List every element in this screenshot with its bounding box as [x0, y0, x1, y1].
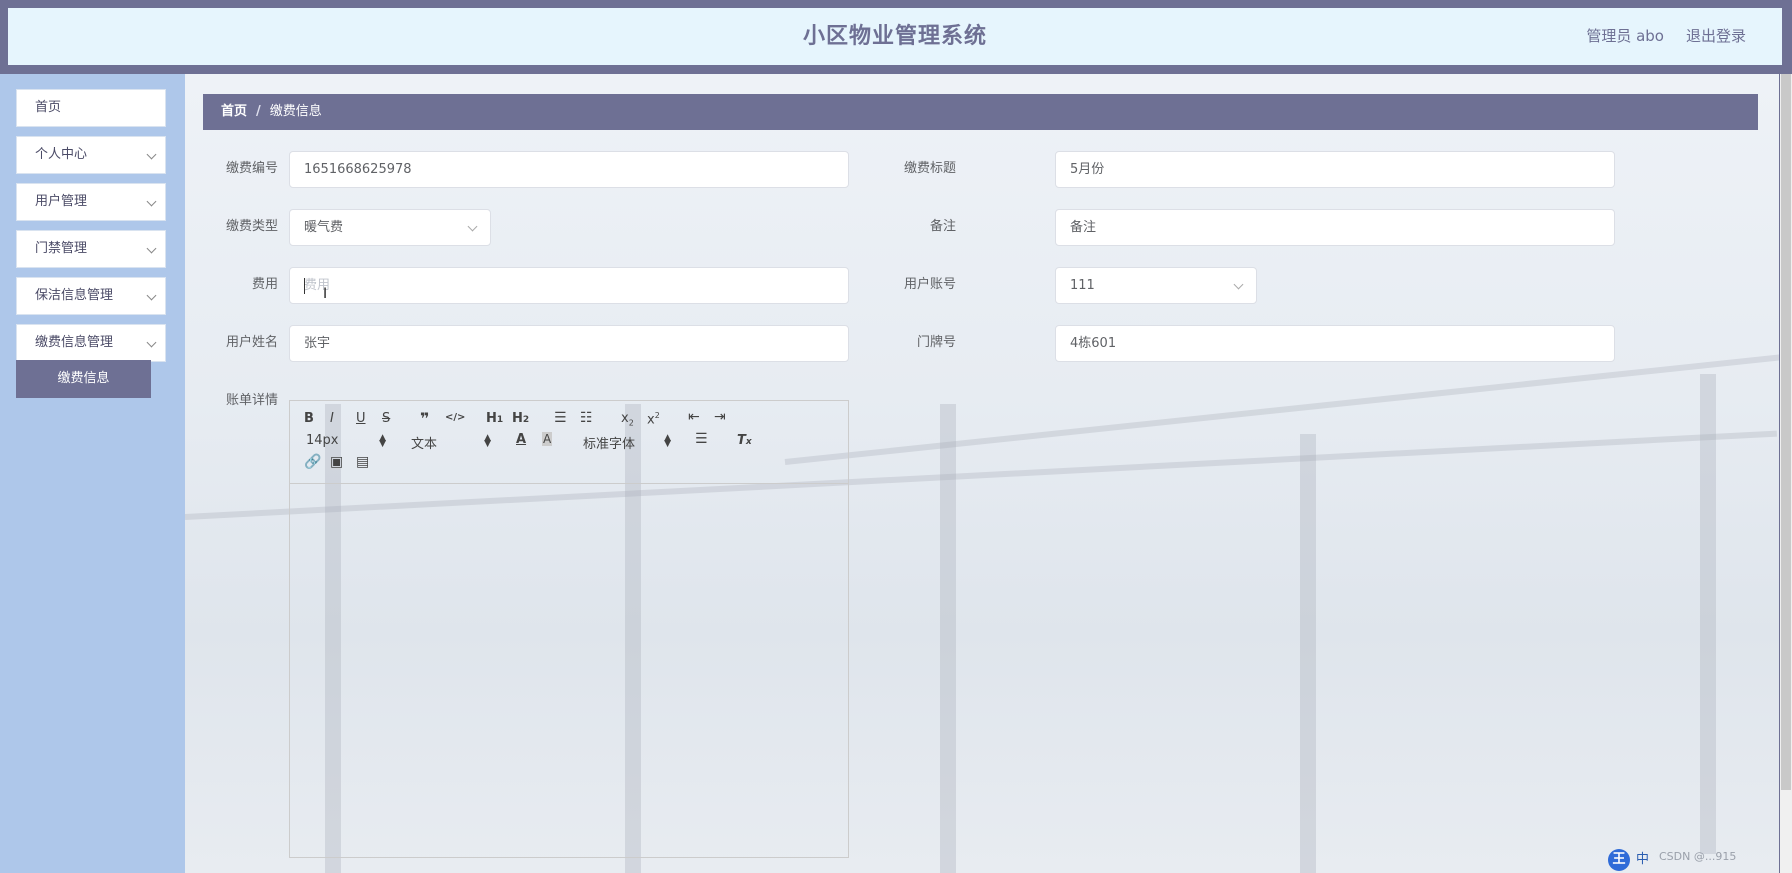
- font-size-select[interactable]: 14px ▲ ▼: [306, 433, 386, 449]
- sidebar-item-label: 个人中心: [35, 147, 88, 162]
- indent-icon[interactable]: ⇥: [714, 409, 726, 425]
- fee-label: 费用: [251, 277, 278, 292]
- background-post: [1300, 434, 1316, 873]
- chevron-down-icon: [467, 221, 478, 232]
- ordered-list-icon[interactable]: ☰: [554, 410, 567, 426]
- font-color-icon[interactable]: A: [516, 432, 526, 447]
- sidebar-item-cleaning-management[interactable]: 保洁信息管理: [16, 277, 166, 315]
- sidebar-item-home[interactable]: 首页: [16, 89, 166, 127]
- ime-language[interactable]: 中: [1636, 852, 1649, 867]
- background-color-icon[interactable]: A: [542, 432, 553, 446]
- door-no-label: 门牌号: [916, 335, 956, 350]
- user-account-label: 用户账号: [903, 277, 956, 292]
- chevron-down-icon: [146, 290, 157, 301]
- chevron-down-icon: [146, 243, 157, 254]
- block-format-value: 文本: [411, 437, 438, 452]
- sidebar-item-user-management[interactable]: 用户管理: [16, 183, 166, 221]
- scrollbar-thumb[interactable]: [1781, 74, 1791, 790]
- logout-button[interactable]: 退出登录: [1686, 8, 1746, 65]
- strike-icon[interactable]: S: [382, 411, 390, 426]
- editor-toolbar: B I U S ❞ </> H1 H2 ☰ ☷ x2 x2 ⇤ ⇥ 14px ▲…: [290, 401, 848, 484]
- payment-no-input[interactable]: 1651668625978: [289, 151, 849, 188]
- system-tray: 王中: [1608, 848, 1649, 871]
- user-name-input[interactable]: 张宇: [289, 325, 849, 362]
- underline-icon[interactable]: U: [356, 411, 366, 426]
- ibeam-cursor-icon: I: [323, 286, 328, 302]
- sidebar-item-label: 用户管理: [35, 194, 88, 209]
- breadcrumb-current: 缴费信息: [269, 104, 322, 119]
- current-user: 管理员 abo: [1586, 27, 1664, 45]
- up-down-icon: ▲ ▼: [379, 433, 386, 449]
- main-content: 首页 / 缴费信息 缴费编号 1651668625978 缴费标题 5月份 缴费类型…: [185, 74, 1779, 873]
- up-down-icon: ▲ ▼: [484, 433, 491, 449]
- breadcrumb-home[interactable]: 首页: [221, 104, 247, 119]
- breadcrumb-separator: /: [256, 104, 261, 119]
- sidebar-item-access-control[interactable]: 门禁管理: [16, 230, 166, 268]
- align-left-icon[interactable]: ☰: [695, 431, 708, 447]
- video-icon[interactable]: ▤: [356, 454, 369, 470]
- outdent-icon[interactable]: ⇤: [688, 409, 700, 425]
- payment-no-label: 缴费编号: [225, 161, 278, 176]
- blockquote-icon[interactable]: ❞: [420, 409, 429, 428]
- door-no-input[interactable]: 4栋601: [1055, 325, 1615, 362]
- bold-icon[interactable]: B: [304, 411, 314, 426]
- clear-format-icon[interactable]: Tx: [737, 433, 752, 448]
- superscript-icon[interactable]: x2: [647, 411, 660, 427]
- user-name-label: 用户姓名: [225, 335, 278, 350]
- up-down-icon: ▲ ▼: [664, 433, 671, 449]
- sidebar-item-personal-center[interactable]: 个人中心: [16, 136, 166, 174]
- subscript-icon[interactable]: x2: [621, 411, 634, 428]
- image-icon[interactable]: ▣: [330, 454, 343, 470]
- sidebar-item-label: 首页: [35, 100, 62, 115]
- payment-title-label: 缴费标题: [903, 161, 956, 176]
- chevron-down-icon: [146, 149, 157, 160]
- block-format-select[interactable]: 文本 ▲ ▼: [411, 433, 491, 453]
- bullet-list-icon[interactable]: ☷: [580, 410, 593, 426]
- font-family-select[interactable]: 标准字体 ▲ ▼: [583, 433, 671, 453]
- sidebar-subitem-payment-info[interactable]: 缴费信息: [16, 360, 151, 398]
- app-title: 小区物业管理系统: [802, 24, 987, 49]
- header-2-icon[interactable]: H2: [512, 411, 529, 426]
- code-block-icon[interactable]: </>: [445, 412, 465, 423]
- text-caret: [304, 278, 305, 294]
- payment-type-label: 缴费类型: [225, 219, 278, 234]
- italic-icon[interactable]: I: [330, 411, 334, 426]
- remark-input[interactable]: 备注: [1055, 209, 1615, 246]
- font-size-value: 14px: [306, 433, 339, 448]
- background-post: [940, 404, 956, 873]
- payment-title-input[interactable]: 5月份: [1055, 151, 1615, 188]
- watermark: CSDN @...915: [1659, 850, 1737, 863]
- chevron-down-icon: [146, 196, 157, 207]
- payment-type-select[interactable]: 暖气费: [289, 209, 491, 246]
- remark-label: 备注: [929, 219, 956, 234]
- sidebar: 首页 个人中心 用户管理 门禁管理 保洁信息管理 缴费信息管理 缴费信息: [0, 74, 185, 873]
- user-account-value: 111: [1070, 278, 1095, 293]
- editor-content-area[interactable]: [290, 485, 848, 857]
- background-post: [1700, 374, 1716, 854]
- chevron-down-icon: [1233, 279, 1244, 290]
- link-icon[interactable]: 🔗: [304, 454, 321, 470]
- chevron-down-icon: [146, 337, 157, 348]
- background-wire: [784, 354, 1779, 465]
- app-header: 小区物业管理系统 管理员 abo 退出登录: [8, 8, 1782, 65]
- sidebar-item-label: 保洁信息管理: [35, 288, 114, 303]
- ime-icon[interactable]: 王: [1608, 849, 1630, 871]
- bill-detail-label: 账单详情: [225, 393, 278, 408]
- font-family-value: 标准字体: [583, 437, 636, 452]
- user-account-select[interactable]: 111: [1055, 267, 1257, 304]
- fee-input[interactable]: 费用 I: [289, 267, 849, 304]
- breadcrumb: 首页 / 缴费信息: [203, 94, 1758, 130]
- rich-text-editor: B I U S ❞ </> H1 H2 ☰ ☷ x2 x2 ⇤ ⇥ 14px ▲…: [289, 400, 849, 858]
- payment-type-value: 暖气费: [304, 220, 344, 235]
- sidebar-item-label: 缴费信息管理: [35, 335, 114, 350]
- sidebar-item-label: 门禁管理: [35, 241, 88, 256]
- header-1-icon[interactable]: H1: [486, 411, 503, 426]
- sidebar-item-payment-management[interactable]: 缴费信息管理: [16, 324, 166, 362]
